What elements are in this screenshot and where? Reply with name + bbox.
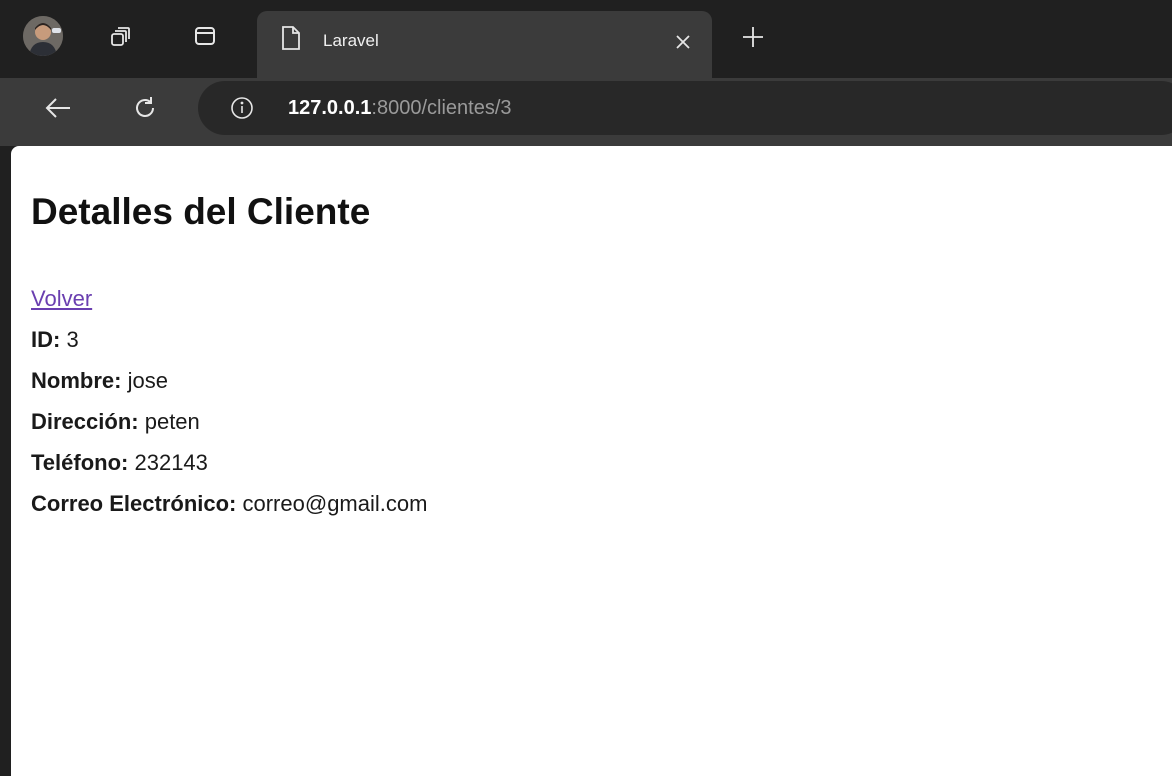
url-text: 127.0.0.1:8000/clientes/3: [288, 97, 512, 120]
back-link[interactable]: Volver: [31, 286, 92, 312]
detail-direccion: Dirección: peten: [31, 409, 200, 435]
detail-value: peten: [144, 409, 200, 434]
detail-value: 3: [66, 327, 79, 352]
workspaces-icon[interactable]: [109, 24, 133, 48]
new-tab-button[interactable]: [738, 22, 768, 52]
detail-value: 232143: [134, 450, 208, 475]
url-path: :8000/clientes/3: [371, 97, 512, 119]
detail-label: Teléfono:: [31, 450, 129, 475]
detail-value: correo@gmail.com: [242, 491, 428, 516]
page-icon: [280, 25, 302, 56]
detail-label: Dirección:: [31, 409, 139, 434]
detail-telefono: Teléfono: 232143: [31, 450, 208, 476]
detail-correo: Correo Electrónico: correo@gmail.com: [31, 491, 427, 517]
page-viewport: Detalles del Cliente Volver ID: 3 Nombre…: [11, 146, 1172, 776]
address-bar[interactable]: 127.0.0.1:8000/clientes/3: [198, 81, 1172, 135]
tab-close-icon[interactable]: [671, 30, 695, 54]
detail-label: Nombre:: [31, 368, 122, 393]
tab-actions-icon[interactable]: [193, 24, 217, 48]
back-arrow-icon[interactable]: [40, 90, 76, 126]
url-host: 127.0.0.1: [288, 97, 372, 119]
detail-nombre: Nombre: jose: [31, 368, 168, 394]
page-title: Detalles del Cliente: [31, 191, 371, 232]
detail-id: ID: 3: [31, 327, 79, 353]
info-icon[interactable]: [230, 96, 254, 125]
browser-toolbar: 127.0.0.1:8000/clientes/3: [0, 78, 1172, 146]
detail-label: ID:: [31, 327, 61, 352]
reload-icon[interactable]: [127, 90, 163, 126]
tab-active[interactable]: Laravel: [257, 11, 712, 78]
profile-avatar[interactable]: [23, 16, 63, 56]
tab-title: Laravel: [323, 31, 379, 50]
detail-label: Correo Electrónico:: [31, 491, 237, 516]
tab-strip: Laravel: [0, 0, 1172, 78]
detail-value: jose: [127, 368, 168, 393]
